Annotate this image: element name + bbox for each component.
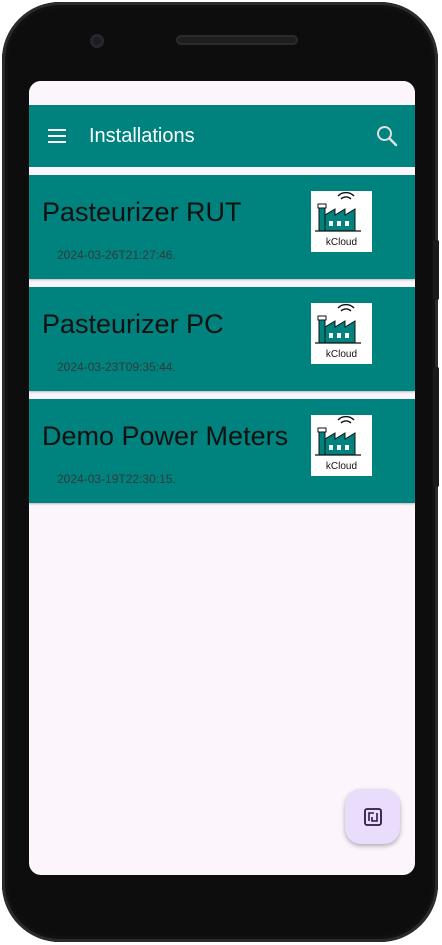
kcloud-factory-icon: kCloud [311,191,372,252]
installation-card[interactable]: Pasteurizer RUT 2024-03-26T21:27:46. kCl… [29,175,415,279]
nfc-fab-button[interactable] [345,789,400,844]
front-camera [90,34,104,48]
kcloud-factory-icon: kCloud [311,415,372,476]
installation-date: 2024-03-23T09:35:44. [57,360,176,374]
app-screen: Installations Pasteurizer RUT 2024-03-26… [29,81,415,875]
power-button [433,367,439,487]
installation-card[interactable]: Demo Power Meters 2024-03-19T22:30:15. k… [29,399,415,503]
volume-button [433,240,439,300]
installation-name: Pasteurizer PC [42,309,224,339]
phone-frame: Installations Pasteurizer RUT 2024-03-26… [2,2,439,942]
installation-list: Pasteurizer RUT 2024-03-26T21:27:46. kCl… [29,175,415,503]
app-bar: Installations [29,105,415,167]
kcloud-factory-icon: kCloud [311,303,372,364]
search-icon[interactable] [359,105,415,167]
earpiece-speaker [176,35,298,45]
logo-label: kCloud [325,349,358,360]
status-bar [29,81,415,105]
logo-label: kCloud [325,237,358,248]
nfc-icon [363,807,382,826]
installation-card[interactable]: Pasteurizer PC 2024-03-23T09:35:44. kClo… [29,287,415,391]
installation-name: Pasteurizer RUT [42,197,242,227]
installation-date: 2024-03-26T21:27:46. [57,248,176,262]
installation-name: Demo Power Meters [42,421,289,451]
logo-label: kCloud [325,461,358,472]
page-title: Installations [89,124,195,147]
installation-date: 2024-03-19T22:30:15. [57,472,176,486]
hamburger-menu-icon[interactable] [29,105,85,167]
